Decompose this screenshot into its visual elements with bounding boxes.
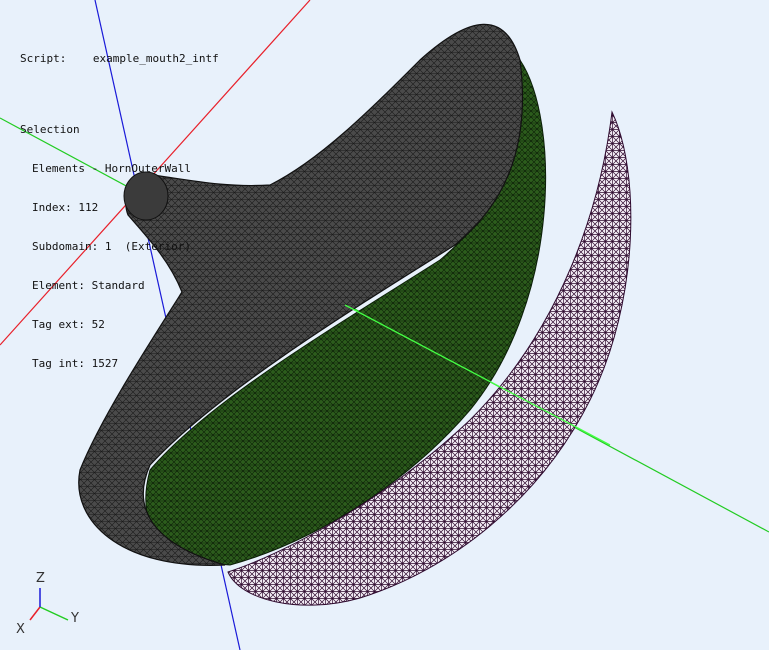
script-value: example_mouth2_intf [92,52,219,65]
triad-x-axis [29,606,41,621]
script-row: Script: example_mouth2_intf [20,52,219,65]
selection-index: Index: 112 [32,201,99,214]
selection-tag-int: Tag int: 1527 [32,357,119,370]
info-overlay: Script: example_mouth2_intf Selection El… [20,26,219,383]
selection-elements: Elements - HornOuterWall [32,162,191,175]
triad-y-label: Y [71,611,79,626]
selection-element: Element: Standard [32,279,145,292]
selection-tag-ext: Tag ext: 52 [32,318,105,331]
triad-y-axis [39,606,69,621]
triad-x-label: X [16,622,25,637]
script-label: Script: [20,52,67,65]
triad-z-label: Z [36,571,45,586]
selection-heading: Selection [20,123,80,136]
selection-subdomain: Subdomain: 1 (Exterior) [32,240,191,253]
